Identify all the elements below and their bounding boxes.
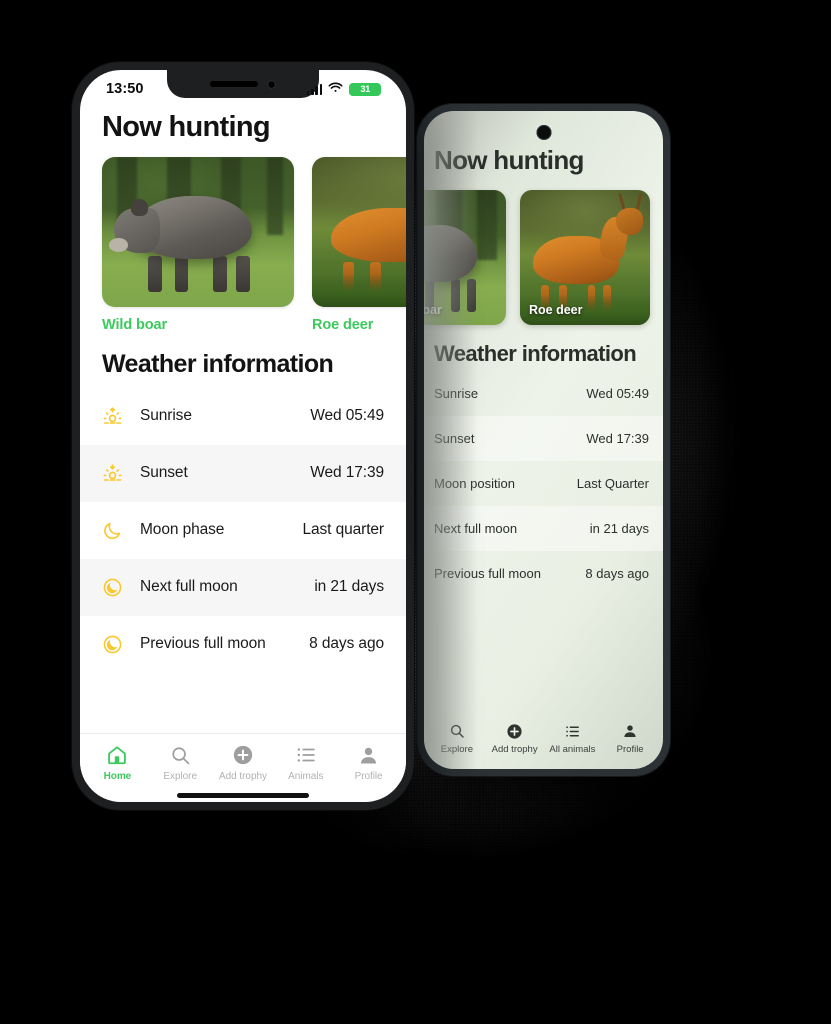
back-weather-name: Next full moon	[434, 521, 518, 536]
back-weather-row[interactable]: Next full moon in 21 days	[424, 506, 663, 551]
weather-value: Last quarter	[302, 521, 384, 539]
back-weather-row[interactable]: Previous full moon 8 days ago	[424, 551, 663, 596]
home-indicator[interactable]	[177, 793, 309, 798]
back-weather-value: in 21 days	[589, 521, 649, 536]
tab-explore[interactable]: Explore	[149, 743, 211, 782]
weather-value: in 21 days	[314, 578, 384, 596]
list-icon	[295, 743, 317, 767]
back-animal-card[interactable]: Roe deer	[520, 190, 650, 325]
weather-name: Sunrise	[140, 407, 192, 425]
animal-label: Wild boar	[102, 317, 168, 334]
back-tab-all-animals[interactable]: All animals	[544, 721, 600, 755]
back-tab-add-trophy[interactable]: Add trophy	[487, 721, 543, 755]
back-weather-list: Sunrise Wed 05:49 Sunset Wed 17:39 Moon …	[424, 371, 663, 596]
back-tab-label: Profile	[616, 744, 644, 755]
weather-name: Previous full moon	[140, 635, 266, 653]
back-animal-label: Roe deer	[529, 303, 583, 317]
back-weather-value: Wed 17:39	[586, 431, 649, 446]
tab-bar: Home Explore Add trophy Animals Profile	[80, 733, 406, 782]
back-section-title: Weather information	[434, 341, 637, 366]
home-icon	[106, 743, 128, 767]
weather-list: Sunrise Wed 05:49 Sunset Wed 17:39 Moon …	[80, 388, 406, 673]
person-icon	[622, 721, 638, 741]
weather-row-moon-phase[interactable]: Moon phase Last quarter	[80, 502, 406, 559]
battery-icon: 31	[349, 82, 384, 96]
animal-card-roe-deer[interactable]: Roe deer	[312, 157, 406, 333]
battery-tip	[382, 86, 384, 92]
front-phone-mockup: 13:50 31 Now hunting Wild boar Roe deer …	[72, 62, 414, 810]
page-title: Now hunting	[102, 111, 271, 143]
back-weather-row[interactable]: Sunset Wed 17:39	[424, 416, 663, 461]
tab-label: Explore	[163, 771, 197, 782]
weather-name: Moon phase	[140, 521, 225, 539]
back-page-title: Now hunting	[434, 145, 584, 175]
battery-level: 31	[349, 82, 382, 96]
back-tab-label: Add trophy	[491, 744, 538, 755]
tab-label: Profile	[354, 771, 383, 782]
back-phone-screen: Now hunting oar Roe deer Weather informa…	[424, 111, 663, 769]
back-weather-name: Sunset	[434, 431, 475, 446]
tab-home[interactable]: Home	[86, 743, 148, 782]
status-time: 13:50	[106, 81, 144, 97]
tab-add-trophy[interactable]: Add trophy	[212, 743, 274, 782]
wifi-icon	[328, 80, 343, 98]
status-indicators: 31	[306, 80, 384, 98]
scene-background: Now hunting oar Roe deer Weather informa…	[0, 0, 831, 1024]
animal-label: Roe deer	[312, 317, 374, 334]
list-icon	[564, 721, 581, 741]
tab-animals[interactable]: Animals	[275, 743, 337, 782]
search-icon	[449, 721, 465, 741]
weather-value: Wed 05:49	[310, 407, 384, 425]
back-weather-row[interactable]: Sunrise Wed 05:49	[424, 371, 663, 416]
weather-row-sunrise[interactable]: Sunrise Wed 05:49	[80, 388, 406, 445]
search-icon	[170, 743, 191, 767]
back-tab-explore[interactable]: Explore	[429, 721, 485, 755]
back-weather-name: Previous full moon	[434, 566, 541, 581]
sunrise-icon	[102, 406, 123, 427]
weather-value: Wed 17:39	[310, 464, 384, 482]
animal-card-wild-boar[interactable]: Wild boar	[102, 157, 294, 333]
back-weather-name: Sunrise	[434, 386, 479, 401]
wild-boar-photo	[102, 157, 294, 308]
front-phone-screen: 13:50 31 Now hunting Wild boar Roe deer …	[80, 70, 406, 802]
tab-label: Home	[103, 771, 132, 782]
back-tab-bar: Explore Add trophy All animals Profile	[424, 713, 663, 769]
back-tab-label: Explore	[440, 744, 473, 755]
cellular-bars-icon	[306, 83, 323, 95]
weather-row-previous-full-moon[interactable]: Previous full moon 8 days ago	[80, 616, 406, 673]
back-weather-value: Last Quarter	[576, 476, 649, 491]
tab-profile[interactable]: Profile	[338, 743, 400, 782]
back-weather-value: Wed 05:49	[586, 386, 649, 401]
back-animal-card[interactable]: Wild boar	[424, 190, 506, 325]
plus-circle-icon	[232, 743, 254, 767]
back-weather-name: Moon position	[434, 476, 515, 491]
section-title-weather: Weather information	[102, 350, 334, 379]
weather-row-sunset[interactable]: Sunset Wed 17:39	[80, 444, 406, 502]
weather-row-next-full-moon[interactable]: Next full moon in 21 days	[80, 558, 406, 616]
weather-value: 8 days ago	[309, 635, 384, 653]
full-moon-icon	[102, 634, 123, 655]
back-weather-value: 8 days ago	[585, 566, 649, 581]
animal-card-list: Wild boar Roe deer	[80, 144, 406, 333]
back-animal-card-list: Wild boar	[424, 176, 663, 325]
weather-name: Sunset	[140, 464, 188, 482]
tab-label: Animals	[288, 771, 324, 782]
back-animal-label: Wild boar	[424, 303, 442, 317]
status-bar: 13:50 31	[80, 70, 406, 104]
back-tab-profile[interactable]: Profile	[602, 721, 658, 755]
person-icon	[358, 743, 379, 767]
sunset-icon	[102, 463, 123, 484]
plus-circle-icon	[506, 721, 523, 741]
full-moon-icon	[102, 577, 123, 598]
back-weather-row[interactable]: Moon position Last Quarter	[424, 461, 663, 506]
roe-deer-photo	[312, 157, 406, 308]
moon-crescent-icon	[102, 520, 123, 541]
back-tab-label: All animals	[549, 744, 596, 755]
back-phone-mockup: Now hunting oar Roe deer Weather informa…	[417, 104, 670, 776]
weather-name: Next full moon	[140, 578, 238, 596]
tab-label: Add trophy	[219, 771, 267, 782]
